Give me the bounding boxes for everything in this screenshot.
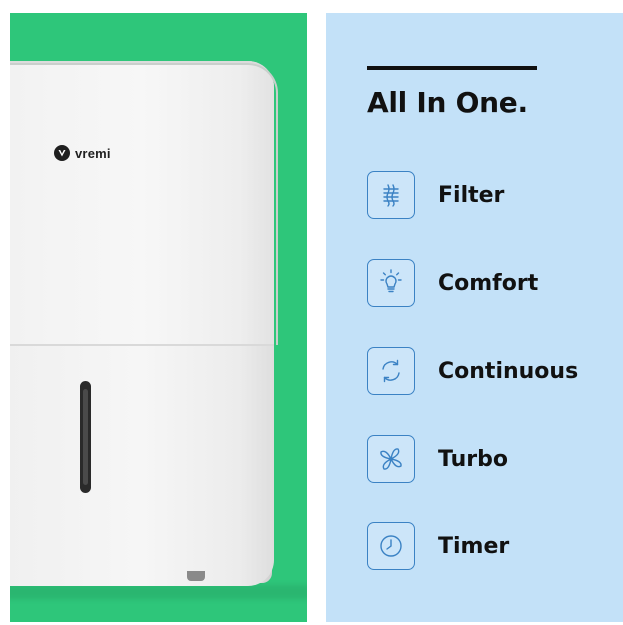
- product-shadow: [10, 585, 307, 599]
- feature-label-comfort: Comfort: [438, 270, 539, 296]
- dehumidifier-top-rim: [10, 63, 278, 345]
- feature-filter: Filter: [367, 171, 504, 219]
- cycle-arrows-icon: [367, 347, 415, 395]
- tank-window-inner: [83, 389, 88, 485]
- feature-continuous: Continuous: [367, 347, 578, 395]
- feature-label-continuous: Continuous: [438, 358, 579, 384]
- fan-icon: [367, 435, 415, 483]
- feature-label-filter: Filter: [438, 182, 505, 208]
- feature-label-turbo: Turbo: [438, 446, 508, 472]
- filter-icon: [367, 171, 415, 219]
- feature-label-timer: Timer: [438, 533, 510, 559]
- clock-icon: [367, 522, 415, 570]
- dehumidifier-foot: [187, 571, 205, 581]
- feature-turbo: Turbo: [367, 435, 508, 483]
- product-image-panel: vremi: [10, 13, 307, 622]
- heading-rule: [367, 66, 537, 70]
- lightbulb-icon: [367, 259, 415, 307]
- vremi-logo-icon: [54, 145, 70, 161]
- brand-name: vremi: [75, 145, 111, 161]
- features-panel: All In One. Filter Comfort Continuous Tu…: [326, 13, 623, 622]
- brand-logo: vremi: [54, 145, 111, 161]
- feature-timer: Timer: [367, 522, 509, 570]
- feature-comfort: Comfort: [367, 259, 538, 307]
- tank-seam: [10, 344, 274, 346]
- dehumidifier-water-tank: [10, 346, 274, 586]
- features-heading: All In One.: [367, 86, 528, 119]
